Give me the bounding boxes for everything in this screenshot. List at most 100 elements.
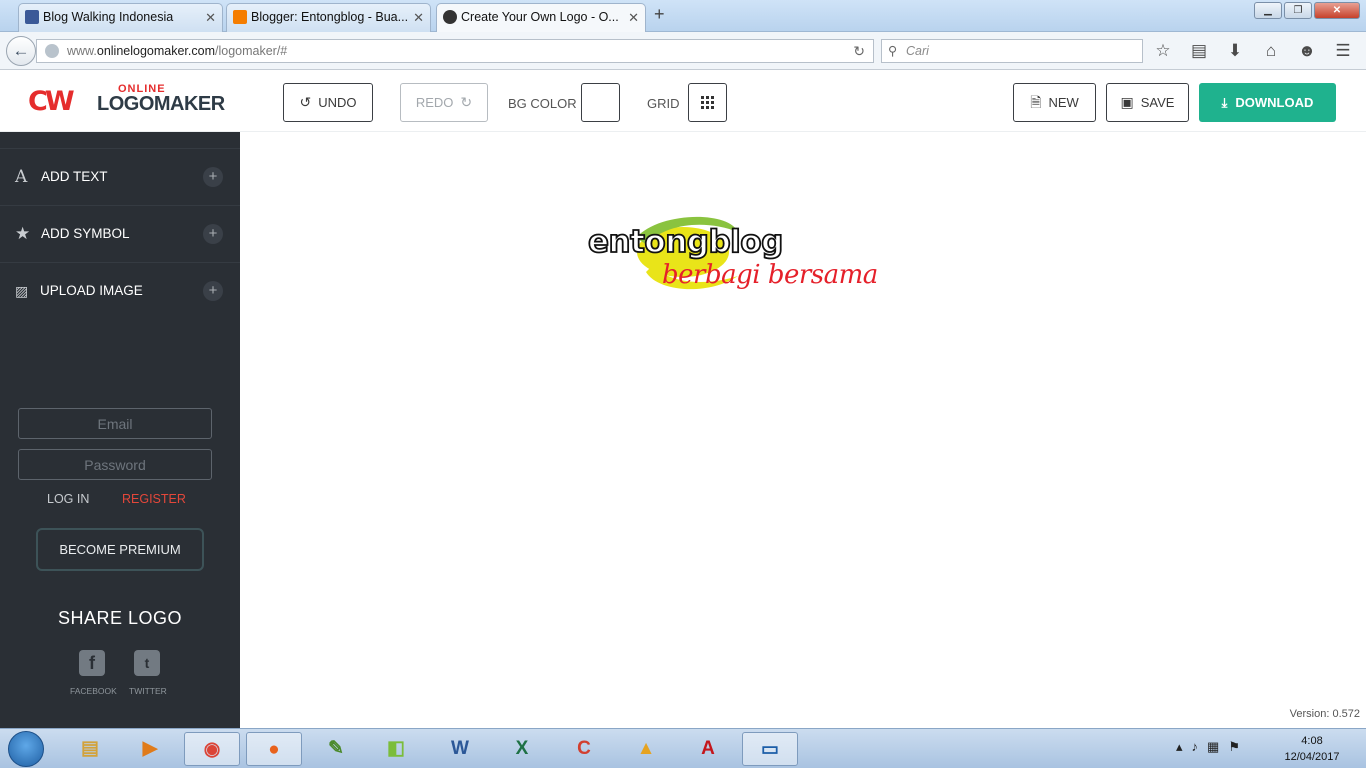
- tab-blogger[interactable]: Blogger: Entongblog - Bua... ✕: [226, 3, 431, 32]
- email-field[interactable]: [18, 408, 212, 439]
- volume-icon[interactable]: ♪: [1192, 739, 1199, 755]
- home-icon[interactable]: ⌂: [1260, 41, 1282, 61]
- sidebar-item-upload-image[interactable]: ▨ UPLOAD IMAGE +: [0, 262, 240, 318]
- search-input[interactable]: ⚲ Cari: [881, 39, 1143, 63]
- online-logomaker-logo[interactable]: CW ONLINE LOGOMAKER: [28, 82, 233, 117]
- address-bar[interactable]: www.onlinelogomaker.com/logomaker/# ↻: [36, 39, 874, 63]
- chat-icon[interactable]: ☻: [1296, 41, 1318, 61]
- facebook-label: FACEBOOK: [70, 686, 117, 696]
- globe-icon: [45, 44, 59, 58]
- sidebar-item-label: UPLOAD IMAGE: [40, 283, 143, 298]
- logomaker-favicon-icon: [443, 10, 457, 24]
- browser-toolbar-icons: ☆ ▤ ⬇ ⌂ ☻ ☰: [1152, 41, 1354, 61]
- network-icon[interactable]: ▦: [1207, 739, 1219, 755]
- star-icon: ★: [15, 224, 31, 243]
- floppy-icon: ▣: [1120, 94, 1134, 110]
- file-explorer-icon[interactable]: ▤: [62, 732, 118, 766]
- url-path: /logomaker/#: [215, 44, 288, 58]
- sidebar-item-add-text[interactable]: A ADD TEXT +: [0, 148, 240, 204]
- new-label: NEW: [1048, 95, 1079, 110]
- close-tab-icon[interactable]: ✕: [413, 4, 424, 31]
- excel-icon[interactable]: X: [494, 732, 550, 766]
- window-controls: ▁ ❐ ✕: [1254, 2, 1360, 19]
- logo-sub-text: berbagi bersama: [662, 260, 878, 290]
- ccleaner-icon[interactable]: C: [556, 732, 612, 766]
- plus-icon[interactable]: +: [203, 167, 223, 187]
- twitter-icon[interactable]: t: [134, 650, 160, 676]
- share-logo-title: SHARE LOGO: [57, 608, 183, 628]
- browser-tab-strip: Blog Walking Indonesia ✕ Blogger: Entong…: [0, 0, 1366, 32]
- download-label: DOWNLOAD: [1235, 95, 1314, 110]
- media-player-icon[interactable]: ▶: [122, 732, 178, 766]
- start-button-icon[interactable]: [8, 731, 44, 767]
- tab-logomaker[interactable]: Create Your Own Logo - O... ✕: [436, 3, 646, 32]
- grid-toggle-button[interactable]: [688, 83, 727, 122]
- system-tray: ▴ ♪ ▦ ⚑: [1176, 739, 1240, 755]
- image-icon: ▨: [15, 283, 29, 299]
- clock-date: 12/04/2017: [1284, 751, 1340, 763]
- sidebar-item-label: ADD TEXT: [41, 169, 108, 184]
- url-prefix: www.: [67, 44, 97, 58]
- green-app-icon[interactable]: ◧: [368, 732, 424, 766]
- tab-blog-walking[interactable]: Blog Walking Indonesia ✕: [18, 3, 223, 32]
- reload-icon[interactable]: ↻: [853, 40, 865, 62]
- download-arrow-icon[interactable]: ⬇: [1224, 41, 1246, 61]
- plus-icon[interactable]: +: [203, 281, 223, 301]
- redo-button[interactable]: REDO ↻: [400, 83, 488, 122]
- version-label: Version: 0.572: [1289, 708, 1360, 720]
- windows-taskbar: ▤ ▶ ◉ ● ✎ ◧ W X C ▲ A ▭ ▴ ♪ ▦ ⚑ 4:08 12/…: [0, 728, 1366, 768]
- tab-label: Blogger: Entongblog - Bua...: [251, 10, 409, 24]
- back-arrow-icon[interactable]: ←: [6, 36, 36, 66]
- undo-label: UNDO: [318, 95, 357, 110]
- bg-color-swatch[interactable]: [581, 83, 620, 122]
- sidebar-item-label: ADD SYMBOL: [41, 226, 130, 241]
- aimp-icon[interactable]: ▲: [618, 732, 674, 766]
- logo-wordmark: LOGOMAKER: [97, 93, 225, 115]
- save-button[interactable]: ▣ SAVE: [1106, 83, 1189, 122]
- reading-list-icon[interactable]: ▤: [1188, 41, 1210, 61]
- taskbar-clock[interactable]: 4:08 12/04/2017: [1280, 733, 1344, 765]
- login-link[interactable]: LOG IN: [47, 492, 89, 506]
- bg-color-label: BG COLOR: [508, 96, 577, 111]
- text-icon: A: [15, 167, 28, 187]
- password-field[interactable]: [18, 449, 212, 480]
- clock-time: 4:08: [1301, 735, 1323, 747]
- url-domain: onlinelogomaker.com: [96, 44, 215, 58]
- menu-icon[interactable]: ☰: [1332, 41, 1354, 61]
- action-center-flag-icon[interactable]: ⚑: [1228, 739, 1240, 755]
- close-tab-icon[interactable]: ✕: [628, 4, 639, 31]
- plus-icon[interactable]: +: [203, 224, 223, 244]
- tab-label: Create Your Own Logo - O...: [461, 10, 619, 24]
- new-tab-icon[interactable]: +: [654, 4, 665, 25]
- become-premium-button[interactable]: BECOME PREMIUM: [36, 528, 204, 571]
- register-link[interactable]: REGISTER: [122, 492, 186, 506]
- pen-app-icon[interactable]: ✎: [308, 732, 364, 766]
- sidebar-item-add-symbol[interactable]: ★ ADD SYMBOL +: [0, 205, 240, 261]
- logo-main-text: entongblog: [587, 223, 784, 261]
- restore-icon[interactable]: ❐: [1284, 2, 1312, 19]
- show-hidden-icons-icon[interactable]: ▴: [1176, 739, 1183, 755]
- new-button[interactable]: 🗎 NEW: [1013, 83, 1096, 122]
- close-window-icon[interactable]: ✕: [1314, 2, 1360, 19]
- acrobat-icon[interactable]: A: [680, 732, 736, 766]
- search-icon: ⚲: [888, 44, 898, 58]
- facebook-icon[interactable]: f: [79, 650, 105, 676]
- browser-nav-bar: ← www.onlinelogomaker.com/logomaker/# ↻ …: [0, 32, 1366, 70]
- chrome-icon[interactable]: ◉: [184, 732, 240, 766]
- logo-artwork[interactable]: entongblog berbagi bersama: [587, 214, 878, 309]
- document-icon: 🗎: [1030, 94, 1042, 110]
- sidebar: A ADD TEXT + ★ ADD SYMBOL + ▨ UPLOAD IMA…: [0, 132, 240, 728]
- facebook-favicon-icon: [25, 10, 39, 24]
- monitor-app-icon[interactable]: ▭: [742, 732, 798, 766]
- undo-button[interactable]: ↺ UNDO: [283, 83, 373, 122]
- close-tab-icon[interactable]: ✕: [205, 4, 216, 31]
- bookmark-star-icon[interactable]: ☆: [1152, 41, 1174, 61]
- download-icon: ⤓: [1221, 95, 1228, 110]
- undo-icon: ↺: [299, 94, 312, 110]
- download-button[interactable]: ⤓ DOWNLOAD: [1199, 83, 1336, 122]
- minimize-icon[interactable]: ▁: [1254, 2, 1282, 19]
- save-label: SAVE: [1140, 95, 1175, 110]
- firefox-icon[interactable]: ●: [246, 732, 302, 766]
- word-icon[interactable]: W: [432, 732, 488, 766]
- blogger-favicon-icon: [233, 10, 247, 24]
